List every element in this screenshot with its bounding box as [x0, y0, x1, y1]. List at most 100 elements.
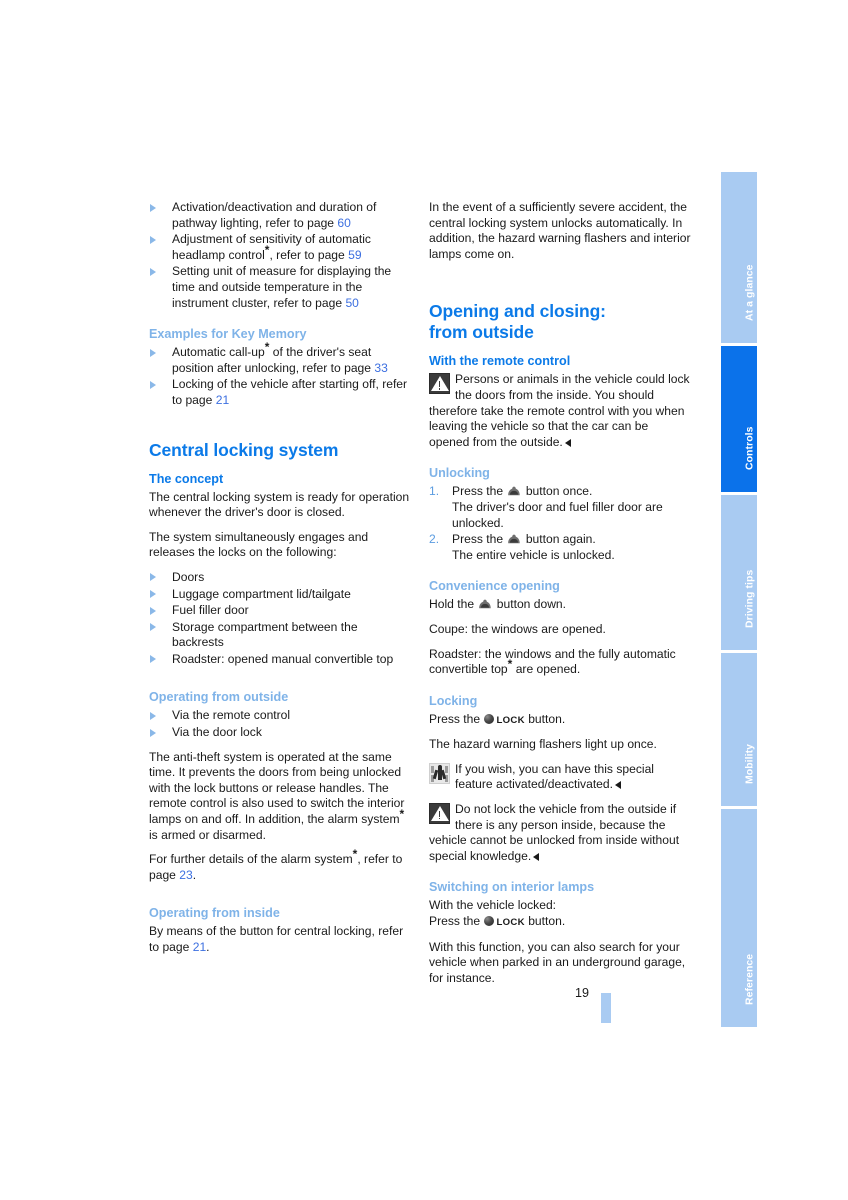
- interior-lamps-line-1: With the vehicle locked:: [429, 898, 557, 913]
- list-item: Automatic call-up* of the driver's seat …: [149, 341, 411, 376]
- lock-button-icon: [484, 713, 495, 724]
- page-reference: 33: [374, 360, 388, 375]
- list-item: Activation/deactivation and duration of …: [149, 200, 411, 231]
- convenience-line-3: Roadster: the windows and the fully auto…: [429, 647, 691, 678]
- operating-inside-text: By means of the button for central locki…: [149, 924, 404, 954]
- exclamation-dot: [438, 388, 441, 390]
- lock-button-label: LOCK: [496, 917, 525, 929]
- list-item: 1. Press the button once. The driver's doo…: [429, 484, 691, 531]
- heading-locking: Locking: [429, 693, 478, 708]
- triangle-bullet-icon: [150, 728, 156, 737]
- triangle-bullet-icon: [150, 267, 156, 276]
- page-reference: 23: [179, 867, 193, 882]
- warning-triangle-icon: [429, 373, 450, 395]
- locks-bullet-list: Doors Luggage compartment lid/tailgate F…: [149, 570, 411, 668]
- alarm-text-end: .: [192, 867, 197, 882]
- locking-line-2: The hazard warning flashers light up onc…: [429, 737, 657, 752]
- tab-label: Driving tips: [744, 569, 756, 628]
- manual-page: Activation/deactivation and duration of …: [0, 0, 848, 1200]
- interior-lamps-lines: With the vehicle locked: Press the LOCK b…: [429, 898, 691, 930]
- heading-unlocking: Unlocking: [429, 466, 490, 481]
- step-text: Press the: [452, 484, 507, 499]
- list-item: Via the door lock: [149, 725, 411, 741]
- unlock-button-icon: [507, 533, 521, 544]
- tab-label: At a glance: [744, 264, 756, 321]
- convenience-line-1: Hold the button down.: [429, 597, 691, 613]
- bullet-text: Roadster: opened manual convertible top: [172, 651, 394, 666]
- heading-operating-from-inside: Operating from inside: [149, 906, 280, 921]
- key-memory-bullet-list: Automatic call-up* of the driver's seat …: [149, 341, 411, 408]
- warning-body: Persons or animals in the vehicle could …: [429, 372, 690, 449]
- operating-inside-paragraph: By means of the button for central locki…: [149, 924, 411, 955]
- exclamation-dot: [438, 817, 441, 820]
- warning-body: Do not lock the vehicle from the outside…: [429, 802, 680, 863]
- page-number: 19: [575, 986, 590, 1000]
- locking-text: Press the: [429, 711, 484, 726]
- end-of-note-marker-icon: [533, 852, 540, 861]
- step-text-cont: button once.: [522, 484, 593, 499]
- anti-theft-paragraph: The anti-theft system is operated at the…: [149, 750, 411, 844]
- tab-at-a-glance[interactable]: At a glance: [721, 172, 757, 343]
- icon-hatch-top-right: [445, 765, 448, 773]
- bullet-text: Storage compartment between the backrest…: [172, 619, 358, 650]
- tab-controls[interactable]: Controls: [721, 346, 757, 492]
- concept-paragraph-2: The system simultaneously engages and re…: [149, 529, 369, 560]
- convenience-text: Hold the: [429, 597, 478, 612]
- bullet-text-cont: , refer to page: [269, 247, 349, 262]
- heading-the-concept: The concept: [149, 471, 224, 486]
- heading-opening-and-closing: Opening and closing: from outside: [429, 301, 691, 343]
- list-item: Roadster: opened manual convertible top: [149, 652, 411, 668]
- step-text-cont: button again.: [522, 532, 596, 547]
- interior-lamps-paragraph: With this function, you can also search …: [429, 939, 686, 985]
- triangle-bullet-icon: [150, 623, 156, 632]
- bullet-text: Automatic call-up: [172, 345, 265, 360]
- unlock-button-icon: [478, 598, 492, 609]
- warning-note-locking: Do not lock the vehicle from the outside…: [429, 802, 691, 864]
- page-reference: 59: [348, 247, 362, 262]
- lock-button-label: LOCK: [496, 714, 525, 726]
- warning-text: Do not lock the vehicle from the outside…: [429, 802, 691, 864]
- warning-note-remote-control: Persons or animals in the vehicle could …: [429, 372, 691, 450]
- heading-switching-on-interior-lamps: Switching on interior lamps: [429, 880, 595, 895]
- page-number-accent-bar: [601, 993, 611, 1023]
- heading-central-locking-system: Central locking system: [149, 439, 339, 460]
- heading-convenience-opening: Convenience opening: [429, 579, 560, 594]
- triangle-bullet-icon: [150, 203, 156, 212]
- warning-text: Persons or animals in the vehicle could …: [429, 372, 691, 450]
- triangle-bullet-icon: [150, 235, 156, 244]
- step-text: Press the: [452, 532, 507, 547]
- page-reference: 60: [337, 215, 351, 230]
- step-number: 1.: [429, 484, 440, 499]
- end-of-note-marker-icon: [564, 438, 571, 447]
- list-item: Doors: [149, 570, 411, 586]
- service-person-icon: [429, 762, 450, 784]
- locking-line-1: Press the LOCK button.: [429, 712, 691, 729]
- list-item: 2. Press the button again. The entire vehi…: [429, 532, 691, 563]
- unlock-button-icon: [507, 485, 521, 496]
- tab-mobility[interactable]: Mobility: [721, 653, 757, 806]
- triangle-bullet-icon: [150, 590, 156, 598]
- triangle-bullet-icon: [150, 655, 156, 664]
- alarm-details-paragraph: For further details of the alarm system*…: [149, 848, 411, 883]
- service-note-text: If you wish, you can have this special f…: [429, 762, 691, 793]
- convenience-text-cont: button down.: [493, 597, 567, 612]
- bullet-text: Fuel filler door: [172, 603, 249, 618]
- locking-text-cont: button.: [524, 711, 566, 726]
- optional-equipment-asterisk: *: [399, 807, 405, 821]
- bullet-text: Via the remote control: [172, 708, 291, 723]
- tab-driving-tips[interactable]: Driving tips: [721, 495, 757, 650]
- page-reference: 21: [192, 940, 207, 954]
- list-item: Adjustment of sensitivity of automatic h…: [149, 232, 411, 263]
- tab-reference[interactable]: Reference: [721, 809, 757, 1027]
- step-subtext: The driver's door and fuel filler door a…: [452, 499, 663, 530]
- interior-lamps-line-2: Press the: [429, 914, 484, 929]
- list-item: Setting unit of measure for displaying t…: [149, 264, 411, 311]
- exclamation-stem: [438, 811, 441, 817]
- page-reference: 21: [215, 392, 230, 407]
- list-item: Locking of the vehicle after starting of…: [149, 377, 411, 408]
- section-tab-rail: At a glance Controls Driving tips Mobili…: [721, 172, 757, 1027]
- triangle-bullet-icon: [150, 380, 156, 389]
- bullet-text: Luggage compartment lid/tailgate: [172, 586, 351, 601]
- alarm-text: For further details of the alarm system: [149, 852, 353, 867]
